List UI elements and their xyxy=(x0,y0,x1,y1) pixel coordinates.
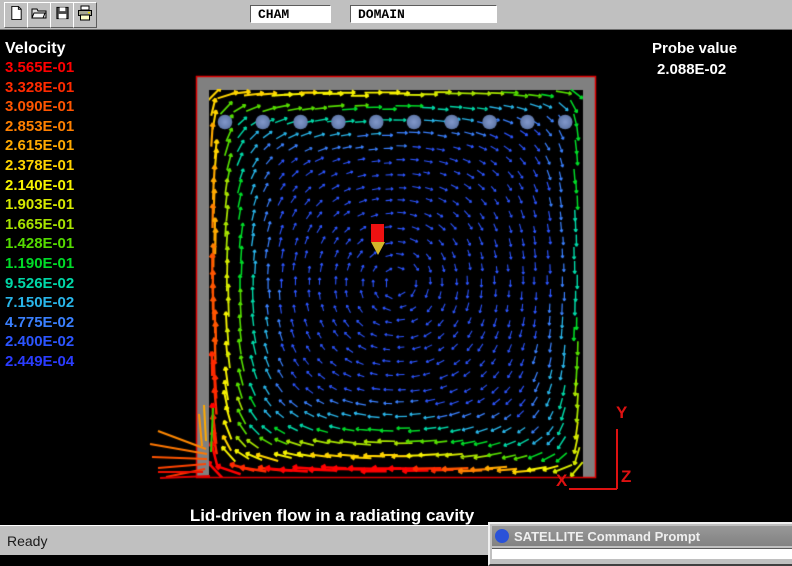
print-button[interactable] xyxy=(73,2,97,28)
satellite-window-titlebar[interactable]: SATELLITE Command Prompt xyxy=(492,526,792,546)
probe-value-label: Probe value xyxy=(652,40,737,57)
axis-z-label: Z xyxy=(621,467,631,487)
probe-marker-tip xyxy=(371,242,385,255)
legend-item: 1.190E-01 xyxy=(5,254,74,274)
legend-item: 1.665E-01 xyxy=(5,215,74,235)
legend-list: 3.565E-013.328E-013.090E-012.853E-012.61… xyxy=(5,58,74,372)
legend-item: 3.090E-01 xyxy=(5,97,74,117)
save-floppy-icon xyxy=(55,5,70,26)
probe-marker-body xyxy=(371,224,384,242)
satellite-command-prompt-window[interactable]: SATELLITE Command Prompt xyxy=(488,522,792,566)
save-button[interactable] xyxy=(50,2,74,28)
legend-item: 2.449E-04 xyxy=(5,352,74,372)
vector-plot-canvas[interactable] xyxy=(0,30,792,525)
legend-item: 2.140E-01 xyxy=(5,176,74,196)
probe-value-readout: 2.088E-02 xyxy=(657,61,726,78)
status-text: Ready xyxy=(7,533,47,549)
legend-item: 1.428E-01 xyxy=(5,234,74,254)
legend-item: 4.775E-02 xyxy=(5,313,74,333)
legend-item: 2.400E-02 xyxy=(5,332,74,352)
velocity-legend: Velocity 3.565E-013.328E-013.090E-012.85… xyxy=(5,40,74,372)
probe-marker[interactable] xyxy=(371,224,385,255)
phoenics-viewer-window: { "toolbar": { "buttons": [ {"icon": "ne… xyxy=(0,0,792,554)
legend-item: 3.565E-01 xyxy=(5,58,74,78)
legend-item: 2.615E-01 xyxy=(5,136,74,156)
new-file-button[interactable] xyxy=(4,2,28,28)
legend-title: Velocity xyxy=(5,40,74,58)
satellite-sphere-icon xyxy=(494,528,510,544)
axis-y-line xyxy=(616,429,618,489)
legend-item: 1.903E-01 xyxy=(5,195,74,215)
axis-x-label: X xyxy=(556,471,567,491)
axis-x-line xyxy=(569,488,617,490)
open-file-button[interactable] xyxy=(27,2,51,28)
legend-item: 7.150E-02 xyxy=(5,293,74,313)
print-icon xyxy=(77,5,93,26)
legend-item: 2.853E-01 xyxy=(5,117,74,137)
open-folder-icon xyxy=(31,5,47,26)
new-document-icon xyxy=(9,5,24,26)
legend-item: 9.526E-02 xyxy=(5,274,74,294)
legend-item: 3.328E-01 xyxy=(5,78,74,98)
satellite-window-title: SATELLITE Command Prompt xyxy=(514,529,700,544)
viewer-area: Velocity 3.565E-013.328E-013.090E-012.85… xyxy=(0,30,792,525)
axis-y-label: Y xyxy=(616,403,627,423)
domain-field[interactable] xyxy=(350,5,497,23)
cham-field[interactable] xyxy=(250,5,331,23)
toolbar xyxy=(0,0,792,30)
legend-item: 2.378E-01 xyxy=(5,156,74,176)
